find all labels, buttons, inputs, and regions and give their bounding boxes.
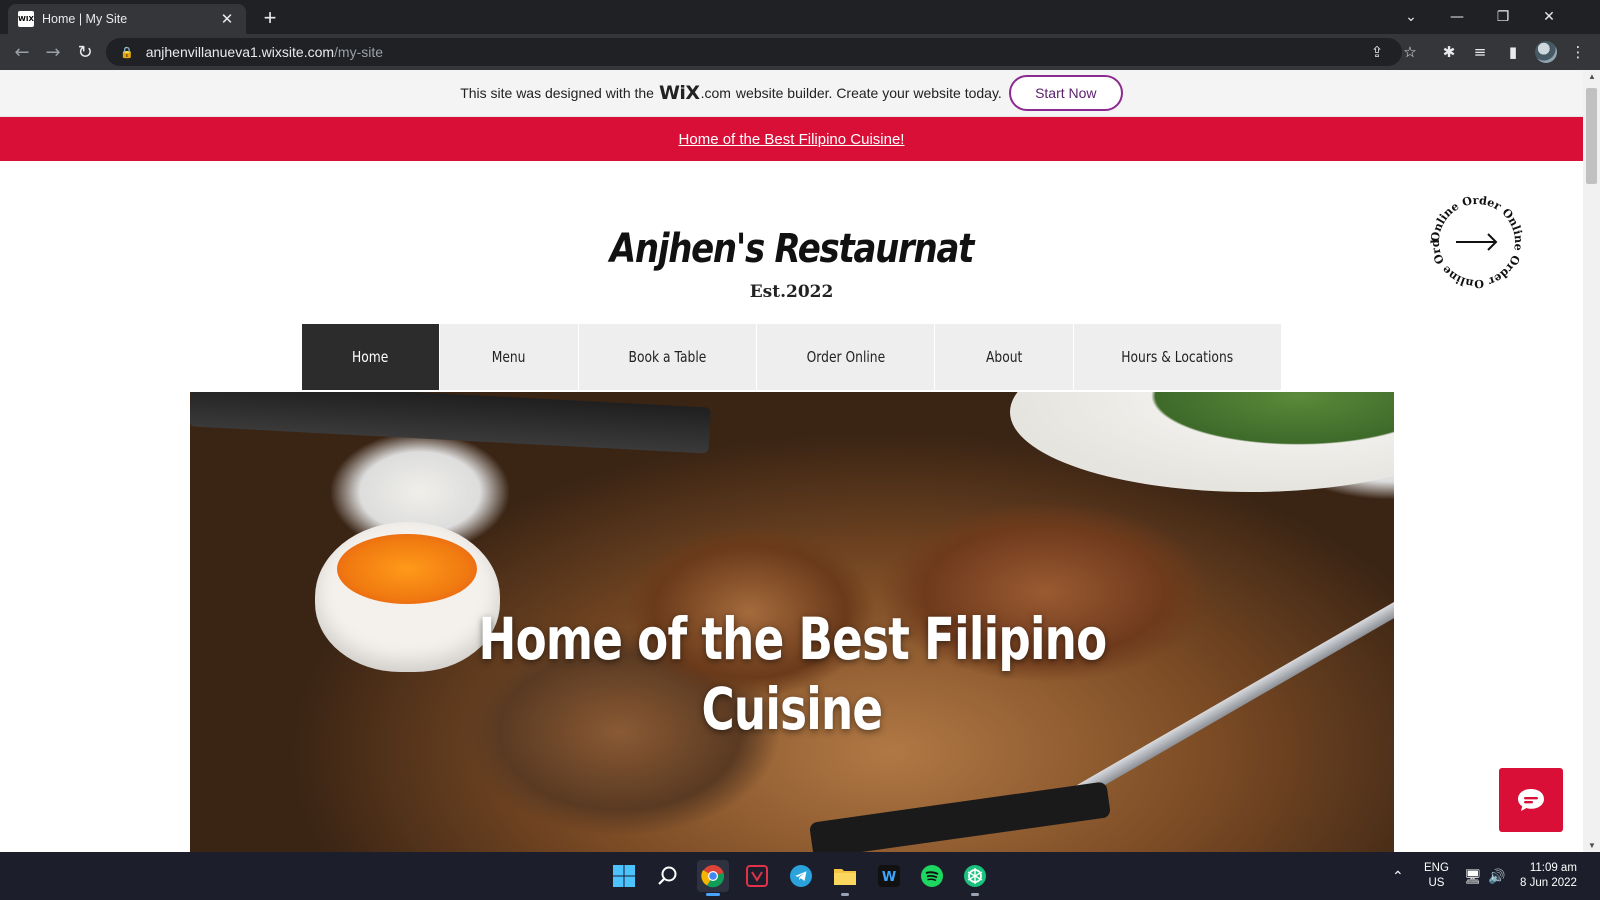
- wix-logo: WiX: [658, 82, 700, 104]
- reload-button[interactable]: ↻: [72, 39, 98, 65]
- wix-favicon-icon: WIX: [18, 11, 34, 27]
- chat-bubble-icon: [1518, 789, 1544, 811]
- url-domain: anjhenvillanueva1.wixsite.com: [145, 44, 335, 60]
- profile-avatar[interactable]: [1535, 41, 1557, 63]
- lock-icon: 🔒: [120, 46, 134, 59]
- tab-close-icon[interactable]: ✕: [218, 10, 236, 28]
- hero-utensil-handle: [808, 781, 1112, 852]
- nav-item-menu[interactable]: Menu: [440, 324, 579, 390]
- page-scrollbar[interactable]: ▲ ▼: [1583, 70, 1600, 852]
- hero-knife: [190, 392, 711, 454]
- nav-item-hours-locations[interactable]: Hours & Locations: [1074, 324, 1282, 390]
- language-indicator[interactable]: ENG US: [1424, 852, 1449, 900]
- side-panel-icon[interactable]: ▮: [1500, 39, 1526, 65]
- nav-item-book-a-table[interactable]: Book a Table: [579, 324, 757, 390]
- windows-start-icon[interactable]: [608, 860, 640, 892]
- close-window-button[interactable]: ✕: [1526, 0, 1572, 34]
- hero-plate: [1010, 392, 1394, 492]
- spotify-icon[interactable]: [916, 860, 948, 892]
- windows-taskbar: W ⌃ ENG US 🖥 🔊 11:09 am 8 Jun 2022: [0, 852, 1600, 900]
- address-bar[interactable]: 🔒 anjhenvillanueva1.wixsite.com/my-site: [106, 38, 1402, 66]
- share-icon[interactable]: ⇪: [1364, 39, 1390, 65]
- clock-date: 8 Jun 2022: [1520, 877, 1577, 889]
- file-explorer-icon[interactable]: [829, 860, 861, 896]
- restore-button[interactable]: ❐: [1480, 0, 1526, 34]
- browser-tab[interactable]: WIX Home | My Site ✕: [8, 4, 246, 34]
- back-button[interactable]: ←: [9, 39, 35, 65]
- start-now-button[interactable]: Start Now: [1008, 75, 1123, 111]
- scroll-down-icon[interactable]: ▼: [1588, 841, 1596, 850]
- browser-tab-strip: WIX Home | My Site ✕ + ⌄ — ❐ ✕: [0, 0, 1600, 34]
- web-page: This site was designed with the WiX .com…: [0, 70, 1583, 852]
- extensions-icon[interactable]: ✱: [1436, 39, 1462, 65]
- scrollbar-thumb[interactable]: [1586, 88, 1597, 184]
- reading-list-icon[interactable]: ≡: [1467, 39, 1493, 65]
- wix-banner-text-after: website builder. Create your website tod…: [735, 85, 1002, 101]
- wix-banner-text-before: This site was designed with the: [460, 85, 654, 101]
- new-tab-button[interactable]: +: [258, 5, 282, 31]
- minimize-button[interactable]: —: [1434, 0, 1480, 34]
- hero-title: Home of the Best Filipino Cuisine: [478, 605, 1107, 743]
- browser-toolbar: ← → ↻ 🔒 anjhenvillanueva1.wixsite.com/my…: [0, 34, 1600, 70]
- scroll-up-icon[interactable]: ▲: [1588, 72, 1596, 81]
- main-nav: Home Menu Book a Table Order Online Abou…: [302, 324, 1282, 390]
- volume-icon[interactable]: 🔊: [1488, 852, 1505, 900]
- order-online-badge[interactable]: Online Order Online Order Online Order: [1430, 195, 1524, 289]
- chrome-icon[interactable]: [697, 860, 729, 896]
- tab-title: Home | My Site: [42, 12, 128, 26]
- forward-button[interactable]: →: [40, 39, 66, 65]
- vivaldi-icon[interactable]: [741, 860, 773, 892]
- nav-item-order-online[interactable]: Order Online: [757, 324, 935, 390]
- wix-ad-banner: This site was designed with the WiX .com…: [0, 70, 1583, 117]
- network-icon[interactable]: 🖥: [1464, 852, 1482, 900]
- telegram-icon[interactable]: [785, 860, 817, 892]
- clock[interactable]: 11:09 am 8 Jun 2022: [1520, 852, 1577, 900]
- bookmark-star-icon[interactable]: ☆: [1397, 39, 1423, 65]
- search-icon[interactable]: [652, 860, 684, 892]
- nav-item-home[interactable]: Home: [302, 324, 440, 390]
- site-tagline: Est.2022: [749, 282, 834, 302]
- clock-time: 11:09 am: [1529, 862, 1577, 874]
- wix-logo-suffix: .com: [700, 85, 731, 101]
- nav-item-about[interactable]: About: [935, 324, 1074, 390]
- browser-menu-icon[interactable]: ⋮: [1565, 39, 1591, 65]
- site-title[interactable]: Anjhen's Restaurnat: [119, 226, 1465, 272]
- tab-search-icon[interactable]: ⌄: [1388, 0, 1434, 34]
- svg-text:W: W: [882, 870, 896, 885]
- hero-image: Home of the Best Filipino Cuisine: [190, 392, 1394, 852]
- webtoon-icon[interactable]: W: [873, 860, 905, 892]
- promo-link[interactable]: Home of the Best Filipino Cuisine!: [679, 131, 905, 148]
- chatgpt-icon[interactable]: [959, 860, 991, 896]
- tray-overflow-icon[interactable]: ⌃: [1392, 852, 1404, 900]
- promo-bar: Home of the Best Filipino Cuisine!: [0, 117, 1583, 161]
- url-path: /my-site: [334, 44, 384, 60]
- chat-button[interactable]: [1499, 768, 1563, 832]
